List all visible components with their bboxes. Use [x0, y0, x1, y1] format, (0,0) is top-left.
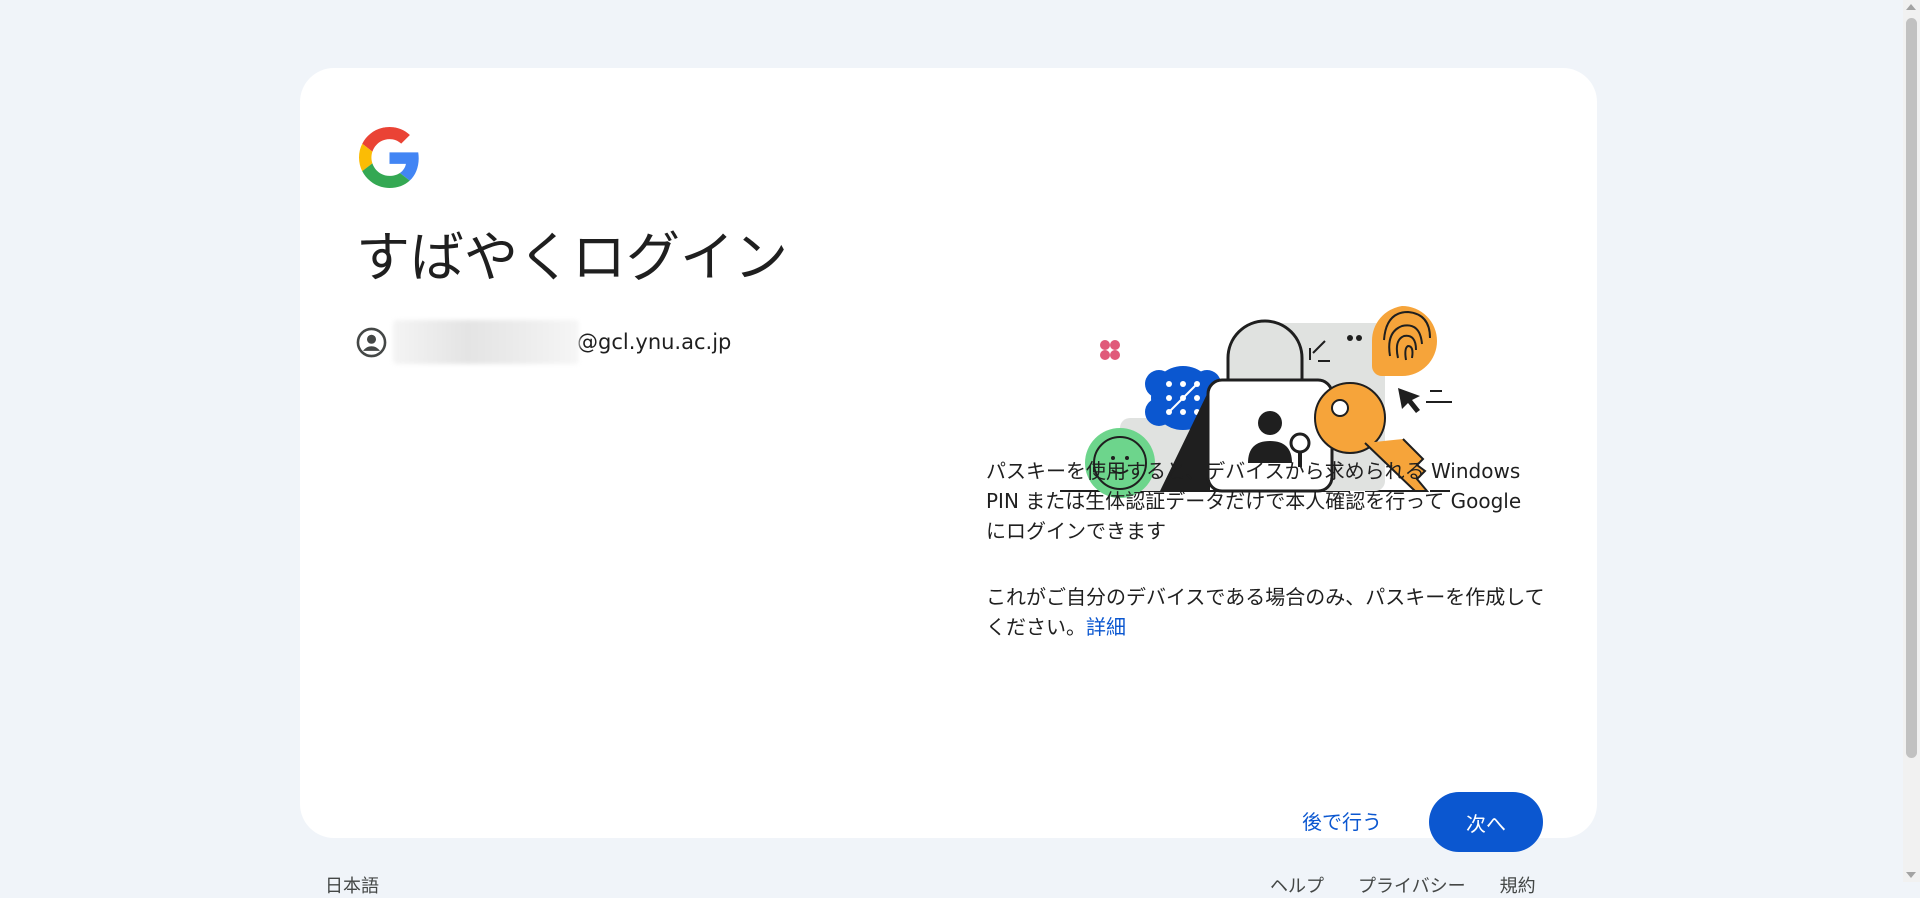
account-email-domain: @gcl.ynu.ac.jp: [577, 330, 732, 354]
page-scrollbar[interactable]: [1903, 0, 1920, 882]
next-button[interactable]: 次へ: [1429, 792, 1543, 852]
passkey-warning-text: これがご自分のデバイスである場合のみ、パスキーを作成してください。: [986, 585, 1545, 639]
passkey-warning: これがご自分のデバイスである場合のみ、パスキーを作成してください。詳細: [986, 582, 1546, 642]
google-logo-icon: [359, 127, 419, 188]
login-card: すばやくログイン @gcl.ynu.ac.jp パスキーを使用すると、デバイスか…: [300, 68, 1597, 852]
details-link[interactable]: 詳細: [1086, 615, 1126, 639]
footer-links: ヘルプ プライバシー 規約: [1270, 872, 1570, 898]
footer-help-link[interactable]: ヘルプ: [1270, 876, 1324, 897]
footer-terms-link[interactable]: 規約: [1500, 876, 1536, 897]
scrollbar-thumb[interactable]: [1906, 18, 1917, 758]
scroll-up-arrow-icon[interactable]: [1906, 4, 1916, 10]
later-button[interactable]: 後で行う: [1270, 796, 1414, 844]
account-circle-icon: [356, 327, 387, 357]
scroll-down-arrow-icon[interactable]: [1906, 872, 1916, 878]
passkey-description: パスキーを使用すると、デバイスから求められる Windows PIN または生体…: [986, 459, 1522, 543]
redacted-username: [393, 320, 579, 364]
footer-privacy-link[interactable]: プライバシー: [1358, 876, 1466, 897]
page-title: すばやくログイン: [356, 226, 788, 289]
language-selector[interactable]: 日本語: [325, 872, 379, 898]
account-chip[interactable]: @gcl.ynu.ac.jp: [356, 320, 731, 364]
